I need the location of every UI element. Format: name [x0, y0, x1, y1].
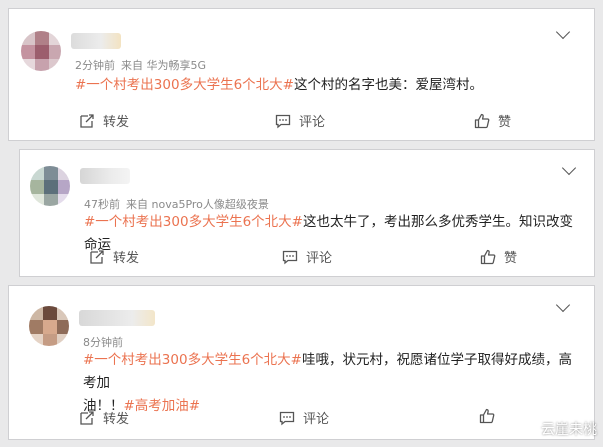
post-source: 来自 华为畅享5G [121, 59, 207, 72]
comment-icon [275, 114, 291, 128]
post-card: 8分钟前 #一个村考出300多大学生6个北大#哇哦，状元村，祝愿诸位学子取得好成… [8, 285, 595, 440]
post-source: 来自 nova5Pro人像超级夜景 [126, 198, 269, 211]
thumbs-up-icon [474, 113, 490, 128]
avatar[interactable] [21, 31, 61, 71]
post-card: 47秒前 来自 nova5Pro人像超级夜景 #一个村考出300多大学生6个北大#… [19, 149, 595, 277]
post-text: #一个村考出300多大学生6个北大#这个村的名字也美：爱屋湾村。 [75, 77, 483, 93]
topic-link[interactable]: #一个村考出300多大学生6个北大# [75, 77, 294, 93]
chevron-down-icon[interactable] [561, 160, 577, 176]
repost-button[interactable]: 转发 [89, 247, 139, 266]
comment-button[interactable]: 评论 [282, 247, 332, 266]
post-meta: 2分钟前 来自 华为畅享5G [75, 57, 206, 73]
repost-button[interactable]: 转发 [79, 111, 129, 130]
comment-icon [282, 250, 298, 264]
post-time[interactable]: 2分钟前 [75, 59, 115, 72]
watermark: 云崖未桃 [523, 419, 597, 439]
chevron-down-icon[interactable] [555, 297, 571, 313]
post-time[interactable]: 8分钟前 [83, 336, 123, 349]
watermark-logo-icon [523, 422, 537, 436]
username[interactable] [71, 33, 121, 49]
like-button[interactable]: 赞 [480, 247, 517, 266]
thumbs-up-icon [480, 249, 496, 264]
post-card: 2分钟前 来自 华为畅享5G #一个村考出300多大学生6个北大#这个村的名字也美… [8, 8, 595, 141]
username[interactable] [80, 168, 130, 184]
post-time[interactable]: 47秒前 [84, 198, 120, 211]
post-meta: 47秒前 来自 nova5Pro人像超级夜景 [84, 196, 269, 212]
comment-button[interactable]: 评论 [275, 111, 325, 130]
post-actions: 转发 评论 [9, 408, 594, 428]
repost-icon [90, 249, 104, 264]
topic-link[interactable]: #一个村考出300多大学生6个北大# [84, 214, 303, 230]
avatar[interactable] [30, 166, 70, 206]
username[interactable] [79, 310, 155, 326]
comment-button[interactable]: 评论 [279, 408, 329, 427]
repost-button[interactable]: 转发 [79, 408, 129, 427]
post-meta: 8分钟前 [83, 334, 123, 350]
like-button[interactable]: 赞 [474, 111, 511, 130]
post-actions: 转发 评论 赞 [9, 111, 594, 131]
like-button[interactable] [479, 408, 503, 424]
post-actions: 转发 评论 赞 [20, 247, 594, 267]
watermark-text: 云崖未桃 [541, 422, 597, 438]
avatar[interactable] [29, 306, 69, 346]
repost-icon [80, 113, 94, 128]
repost-icon [80, 410, 94, 425]
chevron-down-icon[interactable] [555, 24, 571, 40]
comment-icon [279, 411, 295, 425]
thumbs-up-icon [479, 408, 495, 424]
topic-link[interactable]: #一个村考出300多大学生6个北大# [83, 352, 302, 368]
